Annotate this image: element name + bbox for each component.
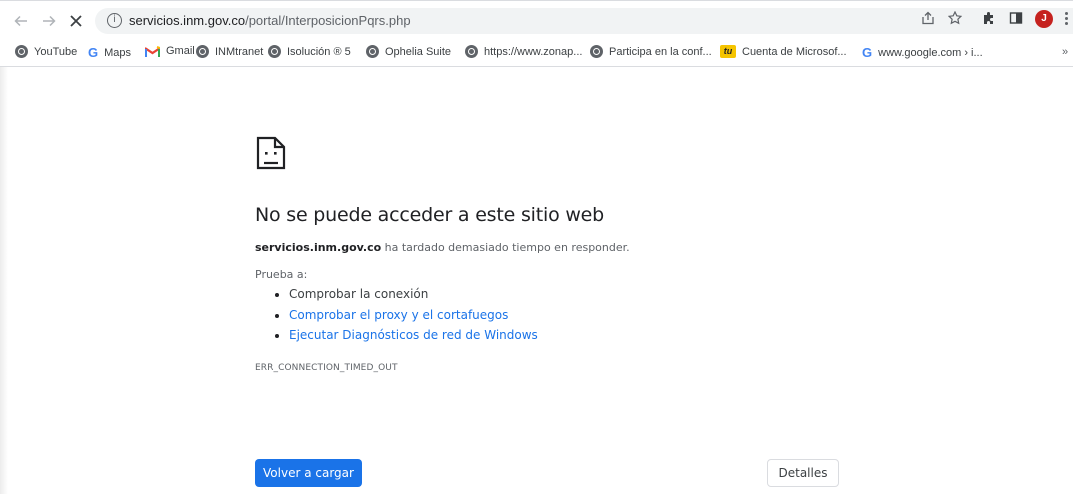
bookmark-label: INMtranet xyxy=(215,45,264,58)
window-edge-shadow xyxy=(0,67,8,494)
bookmark-isolucion[interactable]: Isolución ® 5 xyxy=(268,45,351,58)
bookmark-google[interactable]: Gwww.google.com › i... xyxy=(862,45,983,60)
forward-button[interactable] xyxy=(38,10,60,32)
stop-button[interactable] xyxy=(65,10,87,32)
globe-icon xyxy=(268,45,281,58)
details-button[interactable]: Detalles xyxy=(767,459,839,487)
close-icon xyxy=(70,15,82,27)
back-button[interactable] xyxy=(10,10,32,32)
menu-icon[interactable] xyxy=(1063,11,1069,27)
side-panel-icon xyxy=(1009,12,1023,24)
share-button[interactable] xyxy=(918,8,938,28)
bookmark-gmail[interactable]: Gmail xyxy=(145,45,195,57)
url-path: /portal/InterposicionPqrs.php xyxy=(245,13,411,28)
bookmark-star-button[interactable] xyxy=(945,8,965,28)
bookmarks-bar: YouTube G Maps Gmail INMtranet Isolución … xyxy=(0,40,1073,67)
sad-page-icon xyxy=(255,136,287,170)
google-icon: G xyxy=(862,45,873,60)
error-code: ERR_CONNECTION_TIMED_OUT xyxy=(255,363,398,373)
profile-avatar[interactable]: J xyxy=(1035,10,1053,28)
bookmark-label: Ophelia Suite xyxy=(385,45,452,58)
bookmark-inmtranet[interactable]: INMtranet xyxy=(196,45,263,58)
reload-button[interactable]: Volver a cargar xyxy=(255,459,362,487)
error-description: servicios.inm.gov.co ha tardado demasiad… xyxy=(255,241,630,254)
error-host: servicios.inm.gov.co xyxy=(255,241,382,254)
browser-toolbar: i servicios.inm.gov.co/portal/Interposic… xyxy=(0,0,1073,40)
suggestion-run-diagnostics-link[interactable]: Ejecutar Diagnósticos de red de Windows xyxy=(275,327,538,348)
error-description-text: ha tardado demasiado tiempo en responder… xyxy=(381,241,630,254)
url-host: servicios.inm.gov.co xyxy=(129,13,246,28)
suggestion-check-connection: Comprobar la conexión xyxy=(275,286,538,307)
tu-icon: tu xyxy=(720,45,736,58)
bookmark-label: YouTube xyxy=(34,45,78,58)
globe-icon xyxy=(465,45,478,58)
share-icon xyxy=(922,11,934,25)
extensions-button[interactable] xyxy=(979,8,999,28)
star-icon xyxy=(948,11,962,25)
bookmark-microsoft[interactable]: tu Cuenta de Microsof... xyxy=(720,45,847,58)
bookmark-ophelia[interactable]: Ophelia Suite xyxy=(366,45,451,58)
bookmark-label: www.google.com › i... xyxy=(878,46,983,59)
arrow-left-icon xyxy=(14,15,27,27)
bookmark-youtube[interactable]: YouTube xyxy=(15,45,77,58)
globe-icon xyxy=(15,45,28,58)
error-title: No se puede acceder a este sitio web xyxy=(255,204,605,226)
bookmark-participa[interactable]: Participa en la conf... xyxy=(590,45,712,58)
bookmark-zonap[interactable]: https://www.zonap... xyxy=(465,45,582,58)
suggestion-list: Comprobar la conexión Comprobar el proxy… xyxy=(275,286,538,348)
bookmark-label: https://www.zonap... xyxy=(484,45,583,58)
bookmark-label: Isolución ® 5 xyxy=(287,45,351,58)
extensions-icon xyxy=(984,12,993,24)
suggestion-check-proxy-link[interactable]: Comprobar el proxy y el cortafuegos xyxy=(275,307,538,328)
globe-icon xyxy=(196,45,209,58)
google-icon: G xyxy=(88,45,99,60)
try-label: Prueba a: xyxy=(255,268,308,281)
bookmark-label: Gmail xyxy=(166,45,195,57)
globe-icon xyxy=(366,45,379,58)
info-icon[interactable]: i xyxy=(107,13,122,28)
bookmark-maps[interactable]: G Maps xyxy=(88,45,131,60)
bookmarks-overflow-button[interactable]: » xyxy=(1062,46,1068,58)
arrow-right-icon xyxy=(43,15,56,27)
url-text[interactable]: servicios.inm.gov.co/portal/Interposicio… xyxy=(129,13,411,28)
bookmark-label: Participa en la conf... xyxy=(609,45,712,58)
bookmark-label: Maps xyxy=(104,46,132,59)
bookmark-label: Cuenta de Microsof... xyxy=(742,45,847,58)
side-panel-button[interactable] xyxy=(1006,8,1026,28)
globe-icon xyxy=(590,45,603,58)
gmail-icon xyxy=(145,45,160,57)
